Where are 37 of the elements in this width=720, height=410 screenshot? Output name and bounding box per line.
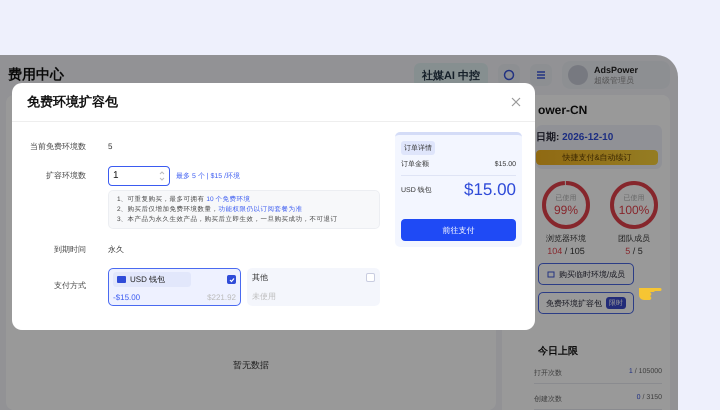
field-label: 扩容环境数 bbox=[45, 170, 86, 182]
usage-percent: 100% bbox=[618, 203, 650, 217]
field-value: 永久 bbox=[108, 244, 125, 255]
renew-banner[interactable]: 快捷支付&自动续订 bbox=[536, 150, 658, 165]
quantity-input[interactable]: 1 bbox=[108, 166, 170, 186]
pay-button[interactable]: 前往支付 bbox=[401, 219, 516, 241]
close-icon[interactable] bbox=[511, 97, 521, 107]
option-name: 其他 bbox=[252, 272, 268, 283]
payment-option[interactable]: 其他 未使用 bbox=[247, 268, 380, 306]
wallet-select[interactable]: USD 钱包 bbox=[113, 272, 191, 287]
wallet-icon bbox=[117, 276, 126, 283]
panel-button[interactable]: 购买临时环境/成员 bbox=[538, 263, 634, 285]
pay-amount: -$15.00 bbox=[113, 293, 140, 302]
payment-option[interactable]: USD 钱包 -$15.00 $221.92 bbox=[108, 268, 241, 306]
field-value: 5 bbox=[108, 142, 114, 151]
user-name: AdsPower bbox=[594, 64, 638, 74]
plan-name: ower-CN bbox=[538, 103, 588, 117]
field-label: 当前免费环境数 bbox=[29, 141, 86, 153]
usage-count: 104 / 105 bbox=[547, 246, 585, 256]
usage-label: 浏览器环境 bbox=[546, 233, 586, 244]
wallet-balance: $221.92 bbox=[207, 293, 236, 302]
page-title: 费用中心 bbox=[8, 66, 66, 84]
usage-label: 团队成员 bbox=[618, 233, 650, 244]
user-card[interactable]: AdsPower 超级管理员 bbox=[562, 61, 670, 89]
checkbox[interactable] bbox=[227, 275, 236, 284]
expiry-date: 日期: 2026-12-10 bbox=[536, 130, 614, 144]
limits-title: 今日上限 bbox=[538, 344, 579, 358]
pay-total: $15.00 bbox=[464, 180, 516, 200]
dialog-title: 免费环境扩容包 bbox=[27, 93, 118, 111]
list-icon[interactable] bbox=[530, 64, 552, 86]
empty-text: 暂无数据 bbox=[233, 359, 269, 372]
usage-percent: 99% bbox=[554, 203, 578, 217]
field-label: 到期时间 bbox=[53, 244, 86, 256]
usage-count: 5 / 5 bbox=[625, 246, 643, 256]
option-status: 未使用 bbox=[252, 291, 276, 302]
field-label: 支付方式 bbox=[53, 280, 86, 292]
user-role: 超级管理员 bbox=[594, 74, 635, 86]
